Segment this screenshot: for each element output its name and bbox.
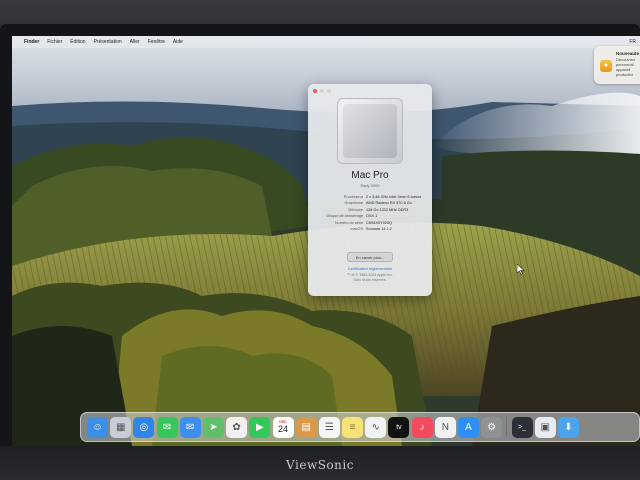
copyright-line: ™ et © 1983-2024 Apple Inc. bbox=[346, 273, 394, 277]
menu-edition[interactable]: Édition bbox=[70, 39, 85, 45]
copyright-line: Tous droits réservés. bbox=[353, 278, 387, 282]
news-icon[interactable]: N bbox=[434, 416, 456, 438]
downloads-folder-icon[interactable]: ⬇ bbox=[557, 416, 579, 438]
window-controls bbox=[313, 89, 331, 93]
calendar-icon[interactable]: DÉC 24 bbox=[272, 416, 294, 438]
launchpad-icon[interactable]: ▦ bbox=[110, 416, 132, 438]
facetime-icon[interactable]: ▶ bbox=[249, 416, 271, 438]
app-store-icon[interactable]: A bbox=[458, 416, 479, 438]
more-info-button[interactable]: En savoir plus... bbox=[347, 252, 393, 262]
mac-pro-image bbox=[337, 98, 403, 164]
photos-icon[interactable]: ✿ bbox=[226, 416, 248, 438]
terminal-icon[interactable]: >_ bbox=[511, 416, 533, 438]
notification-line: productivi bbox=[616, 72, 634, 77]
spec-list: Processeur 2 x 3,46 GHz Intel Xeon 6 cœur… bbox=[314, 194, 426, 232]
menu-fichier[interactable]: Fichier bbox=[47, 39, 62, 45]
desktop-screen: Finder Fichier Édition Présentation Alle… bbox=[12, 36, 640, 446]
menu-bar: Finder Fichier Édition Présentation Alle… bbox=[12, 36, 640, 48]
notes-icon[interactable]: ≡ bbox=[342, 416, 364, 438]
freeform-icon[interactable]: ∿ bbox=[365, 416, 387, 438]
apple-tv-label: tv bbox=[396, 423, 402, 431]
menu-fenetre[interactable]: Fenêtre bbox=[148, 39, 165, 45]
notes-brown-icon[interactable]: ▤ bbox=[295, 416, 317, 438]
model-year: Early 2009 bbox=[360, 183, 380, 188]
calendar-day: 24 bbox=[277, 424, 288, 434]
dock-separator bbox=[506, 417, 508, 437]
spec-value: Sonoma 14.1.2 bbox=[366, 226, 392, 231]
reminders-icon[interactable]: ☰ bbox=[318, 416, 340, 438]
menu-input-source[interactable]: FR bbox=[629, 39, 636, 45]
mouse-pointer-icon bbox=[517, 264, 525, 275]
menu-aller[interactable]: Aller bbox=[130, 39, 140, 45]
menu-finder[interactable]: Finder bbox=[24, 39, 39, 45]
music-icon[interactable]: ♪ bbox=[411, 416, 433, 438]
mail-icon[interactable]: ✉ bbox=[179, 416, 201, 438]
messages-icon[interactable]: ✉ bbox=[156, 416, 178, 438]
finder-icon[interactable]: ☺ bbox=[87, 416, 108, 438]
maps-icon[interactable]: ➤ bbox=[202, 416, 224, 438]
minimize-button[interactable] bbox=[320, 89, 324, 93]
notification-title: Nouveaute bbox=[616, 51, 640, 56]
dock: ☺ ▦ ◎ ✉ ✉ ➤ ✿ ▶ DÉC 24 ▤ ☰ ≡ ∿ tv ♪ N A ⚙ >_ ▣ ⬇ bbox=[80, 412, 640, 442]
model-name: Mac Pro bbox=[351, 170, 389, 181]
regulatory-certification-link[interactable]: Certification réglementaire bbox=[308, 267, 432, 271]
safari-icon[interactable]: ◎ bbox=[133, 416, 155, 438]
about-this-mac-window: Mac Pro Early 2009 Processeur 2 x 3,46 GH… bbox=[308, 84, 432, 296]
system-settings-icon[interactable]: ⚙ bbox=[481, 416, 503, 438]
spec-key: macOS bbox=[350, 226, 363, 231]
preview-icon[interactable]: ▣ bbox=[534, 416, 556, 438]
apple-tv-icon[interactable]: tv bbox=[388, 416, 410, 438]
menu-presentation[interactable]: Présentation bbox=[94, 39, 122, 45]
zoom-button[interactable] bbox=[327, 89, 331, 93]
notification-banner[interactable]: ● Nouveaute Découvrez personnal appareil… bbox=[594, 46, 640, 84]
spec-row: macOS Sonoma 14.1.2 bbox=[314, 226, 426, 232]
tips-app-icon: ● bbox=[600, 60, 612, 72]
monitor-brand-logo: ViewSonic bbox=[286, 458, 354, 472]
menu-aide[interactable]: Aide bbox=[173, 39, 183, 45]
close-button[interactable] bbox=[313, 89, 317, 93]
